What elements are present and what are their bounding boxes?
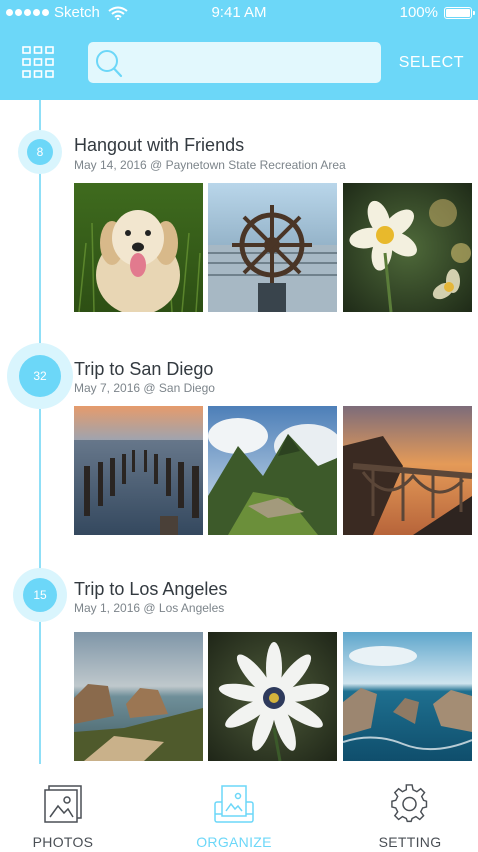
gear-icon bbox=[391, 784, 428, 823]
timeline-line bbox=[39, 100, 41, 764]
photo-thumbnail-golden-retriever-dog[interactable] bbox=[74, 183, 203, 312]
organize-icon bbox=[214, 785, 254, 823]
photo-thumbnail-coastal-bridge-sunset[interactable] bbox=[343, 406, 472, 535]
event-title[interactable]: Trip to San Diego bbox=[74, 359, 213, 380]
search-input[interactable] bbox=[128, 41, 381, 84]
battery-area: 100% bbox=[399, 4, 475, 21]
photo-thumbnail-sea-cliffs-beach[interactable] bbox=[74, 632, 203, 761]
status-bar: Sketch 9:41 AM 100% bbox=[0, 0, 478, 26]
event-title[interactable]: Trip to Los Angeles bbox=[74, 579, 227, 600]
photo-thumbnail-ship-wheel[interactable] bbox=[208, 183, 337, 312]
tab-organize[interactable]: ORGANIZE bbox=[164, 764, 304, 852]
event-subtitle: May 1, 2016 @ Los Angeles bbox=[74, 601, 225, 615]
tab-photos[interactable]: PHOTOS bbox=[0, 764, 133, 852]
event-subtitle: May 7, 2016 @ San Diego bbox=[74, 381, 215, 395]
select-button[interactable]: SELECT bbox=[399, 54, 464, 72]
tab-label: SETTING bbox=[378, 834, 442, 850]
top-bar: Sketch 9:41 AM 100% SELECT bbox=[0, 0, 478, 100]
tab-setting[interactable]: SETTING bbox=[340, 764, 478, 852]
search-icon bbox=[88, 42, 128, 83]
battery-percent: 100% bbox=[399, 4, 438, 21]
tab-label: ORGANIZE bbox=[196, 834, 272, 850]
event-count-badge: 15 bbox=[23, 578, 57, 612]
search-bar[interactable] bbox=[88, 41, 381, 84]
tab-label: PHOTOS bbox=[32, 834, 94, 850]
photo-thumbnail-pier-pilings-sunset[interactable] bbox=[74, 406, 203, 535]
photos-icon bbox=[44, 785, 82, 823]
photo-thumbnail-white-daisy-flower[interactable] bbox=[208, 632, 337, 761]
event-subtitle: May 14, 2016 @ Paynetown State Recreatio… bbox=[74, 158, 346, 172]
event-count-badge: 32 bbox=[19, 355, 61, 397]
battery-icon bbox=[444, 6, 475, 19]
grid-icon[interactable] bbox=[20, 45, 56, 79]
event-title[interactable]: Hangout with Friends bbox=[74, 135, 244, 156]
event-count-badge: 8 bbox=[27, 139, 53, 165]
photo-thumbnail-rocky-coast-ocean[interactable] bbox=[343, 632, 472, 761]
photo-thumbnail-yellow-white-daffodils[interactable] bbox=[343, 183, 472, 312]
tab-bar: PHOTOS ORGANIZE SETTING bbox=[0, 764, 478, 852]
photo-thumbnail-machu-picchu-mountains[interactable] bbox=[208, 406, 337, 535]
